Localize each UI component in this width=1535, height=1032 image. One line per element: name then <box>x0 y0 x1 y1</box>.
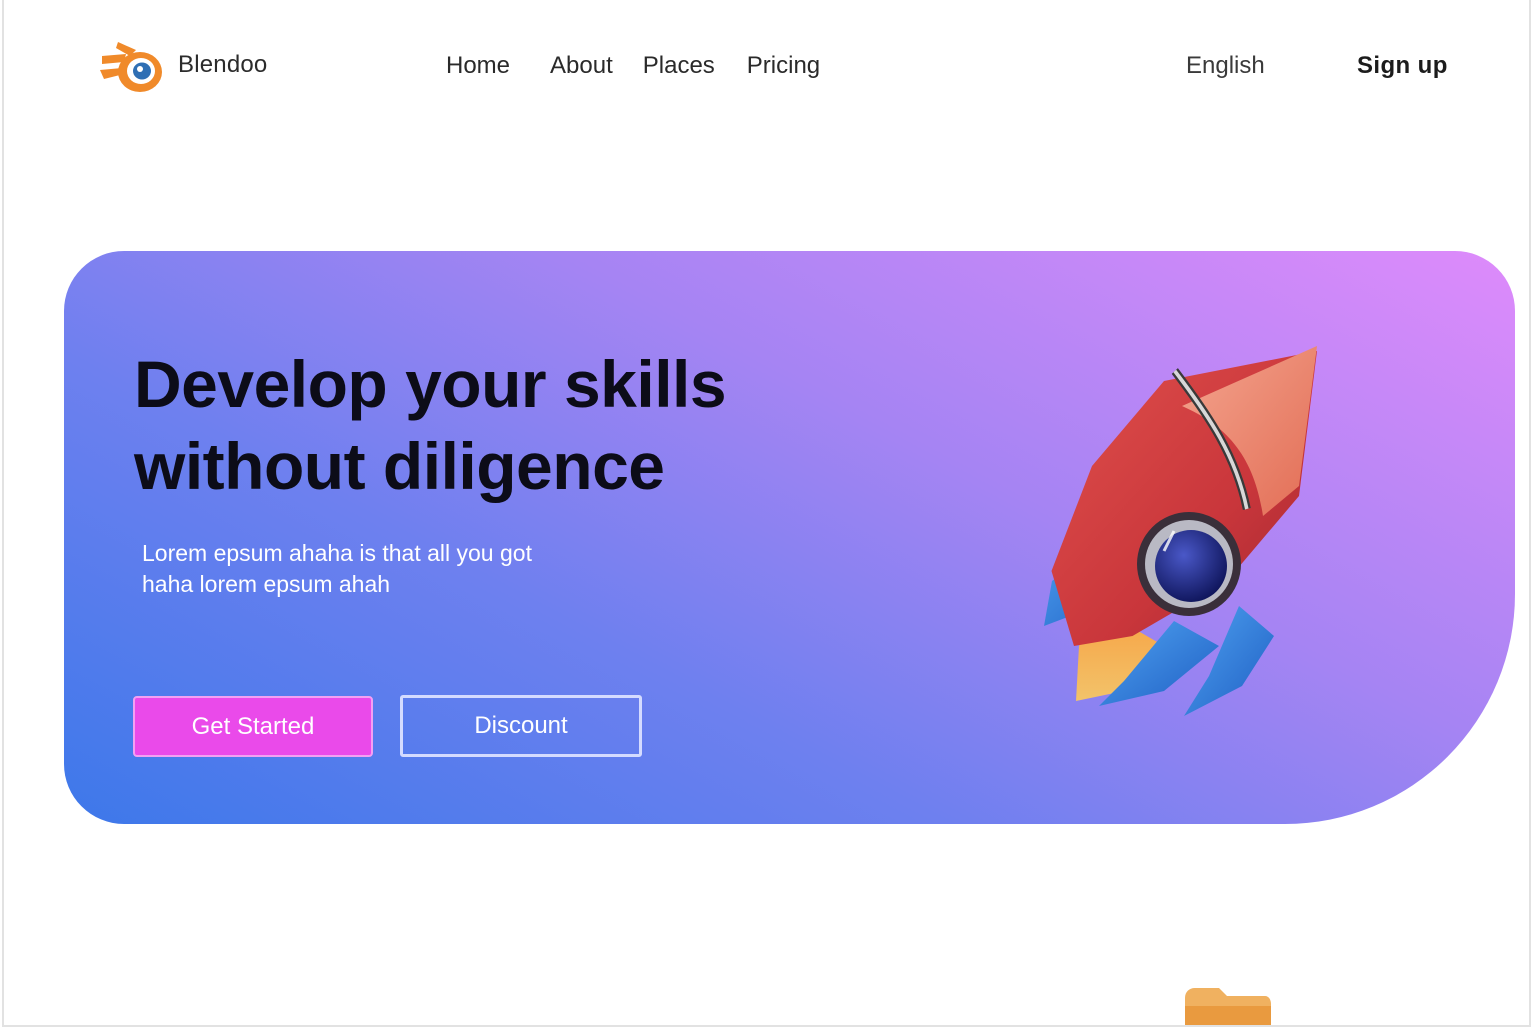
nav-about-link[interactable]: About <box>550 52 613 80</box>
hero-title-line-2: without diligence <box>134 429 665 503</box>
site-header: Blendoo Home About Places Pricing Englis… <box>4 0 1529 136</box>
nav-home-link[interactable]: Home <box>446 52 510 80</box>
nav-pricing-link[interactable]: Pricing <box>747 52 820 80</box>
page-frame: Blendoo Home About Places Pricing Englis… <box>2 0 1531 1027</box>
discount-button[interactable]: Discount <box>400 695 642 757</box>
blender-logo-icon <box>100 42 162 92</box>
sign-up-link[interactable]: Sign up <box>1357 52 1448 80</box>
hero-title: Develop your skills without diligence <box>134 343 894 507</box>
nav-places-link[interactable]: Places <box>643 52 715 80</box>
language-selector[interactable]: English <box>1186 52 1265 80</box>
brand-logo[interactable]: Blendoo <box>96 34 267 96</box>
hero-title-line-1: Develop your skills <box>134 347 727 421</box>
hero-subtitle-line-1: Lorem epsum ahaha is that all you got <box>142 540 532 566</box>
brand-name: Blendoo <box>178 51 268 78</box>
hero-subtitle: Lorem epsum ahaha is that all you got ha… <box>142 538 642 600</box>
get-started-button[interactable]: Get Started <box>133 696 373 757</box>
hero-subtitle-line-2: haha lorem epsum ahah <box>142 571 391 597</box>
folder-icon <box>1185 988 1271 1025</box>
rocket-icon <box>1044 346 1317 716</box>
hero-banner: Develop your skills without diligence Lo… <box>64 251 1515 824</box>
main-nav: Home About Places Pricing <box>446 52 820 80</box>
